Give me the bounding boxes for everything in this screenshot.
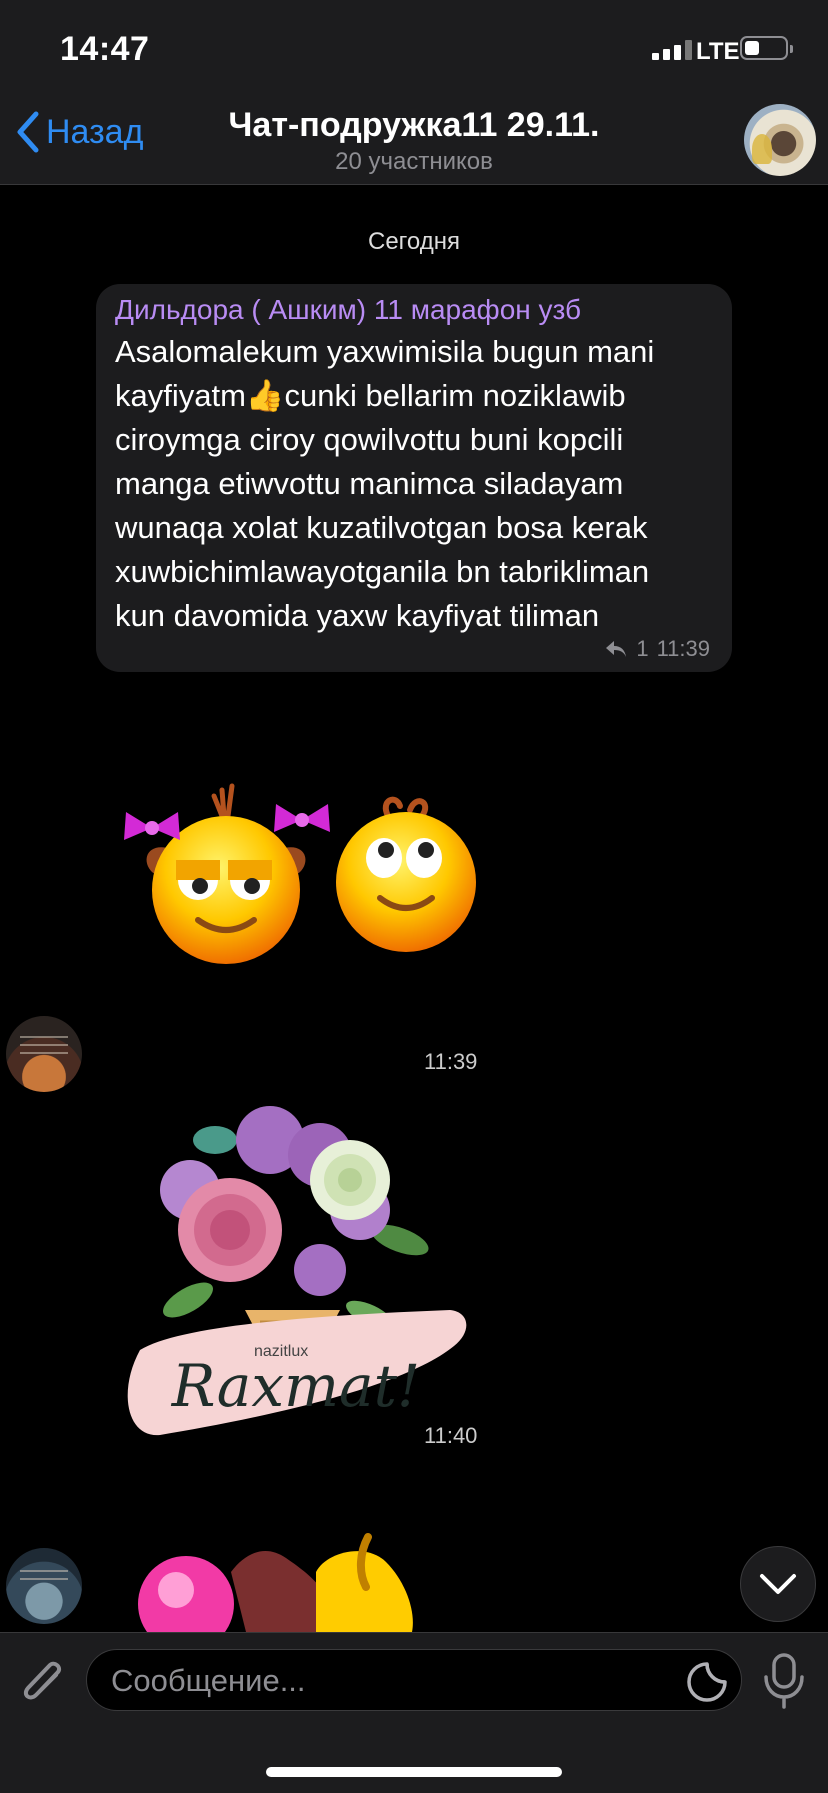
sticker-brand: nazitlux	[254, 1343, 308, 1360]
chat-title[interactable]: Чат-подружка11 29.11.	[0, 106, 828, 145]
paperclip-icon[interactable]	[18, 1655, 68, 1711]
reply-icon	[606, 641, 627, 657]
message-meta: 1 11:39	[604, 636, 710, 662]
participants-count: 20 участников	[335, 148, 493, 175]
message-line: kayfiyatm👍cunki bellarim noziklawib	[115, 378, 626, 413]
sender-name[interactable]: Дильдора ( Ашким) 11 марафон узб	[115, 294, 714, 326]
scroll-down-button[interactable]	[740, 1546, 816, 1622]
message-line: xuwbichimlawayotganila bn tabrikliman	[115, 554, 650, 589]
smiley-sticker[interactable]	[118, 780, 490, 970]
status-bar: 14:47 LTE	[0, 0, 828, 96]
date-divider: Сегодня	[368, 228, 460, 255]
battery-icon	[740, 36, 793, 60]
microphone-icon[interactable]	[762, 1653, 806, 1709]
bouquet-icon: Raxmat! nazitlux	[127, 1106, 467, 1436]
status-time: 14:47	[60, 30, 150, 68]
sticker-raxmat: Raxmat!	[171, 1352, 420, 1420]
message-line: kun davomida yaxw kayfiyat tiliman	[115, 598, 600, 633]
sender-avatar[interactable]	[6, 1548, 82, 1624]
sticker-icon[interactable]	[685, 1660, 729, 1704]
home-indicator[interactable]	[266, 1767, 562, 1777]
reply-count: 1	[636, 636, 649, 661]
message-line: Asalomalekum yaxwimisila bugun mani	[115, 334, 655, 369]
message-input-field[interactable]	[86, 1649, 742, 1712]
message-time: 11:39	[656, 636, 710, 661]
message-text: Asalomalekum yaxwimisila bugun mani kayf…	[115, 330, 714, 638]
signal-icon	[652, 40, 692, 60]
message-input[interactable]	[109, 1650, 673, 1712]
chat-header: Назад Чат-подружка11 29.11. 20 участнико…	[0, 96, 828, 185]
sticker-time: 11:40	[424, 1423, 478, 1448]
flower-sticker[interactable]: Raxmat! nazitlux	[120, 1100, 480, 1455]
chevron-down-icon	[760, 1574, 796, 1594]
message-bubble[interactable]: Дильдора ( Ашким) 11 марафон узб Asaloma…	[96, 284, 732, 672]
partial-sticker[interactable]	[136, 1532, 436, 1632]
sender-avatar[interactable]	[6, 1016, 82, 1092]
network-type: LTE	[696, 38, 740, 65]
message-line: ciroymga ciroy qowilvottu buni kopcili	[115, 422, 624, 457]
message-line: manga etiwvottu manimca siladayam	[115, 466, 624, 501]
sticker-time: 11:39	[424, 1049, 478, 1074]
message-line: wunaqa xolat kuzatilvotgan bosa kerak	[115, 510, 648, 545]
group-avatar[interactable]	[744, 104, 816, 176]
